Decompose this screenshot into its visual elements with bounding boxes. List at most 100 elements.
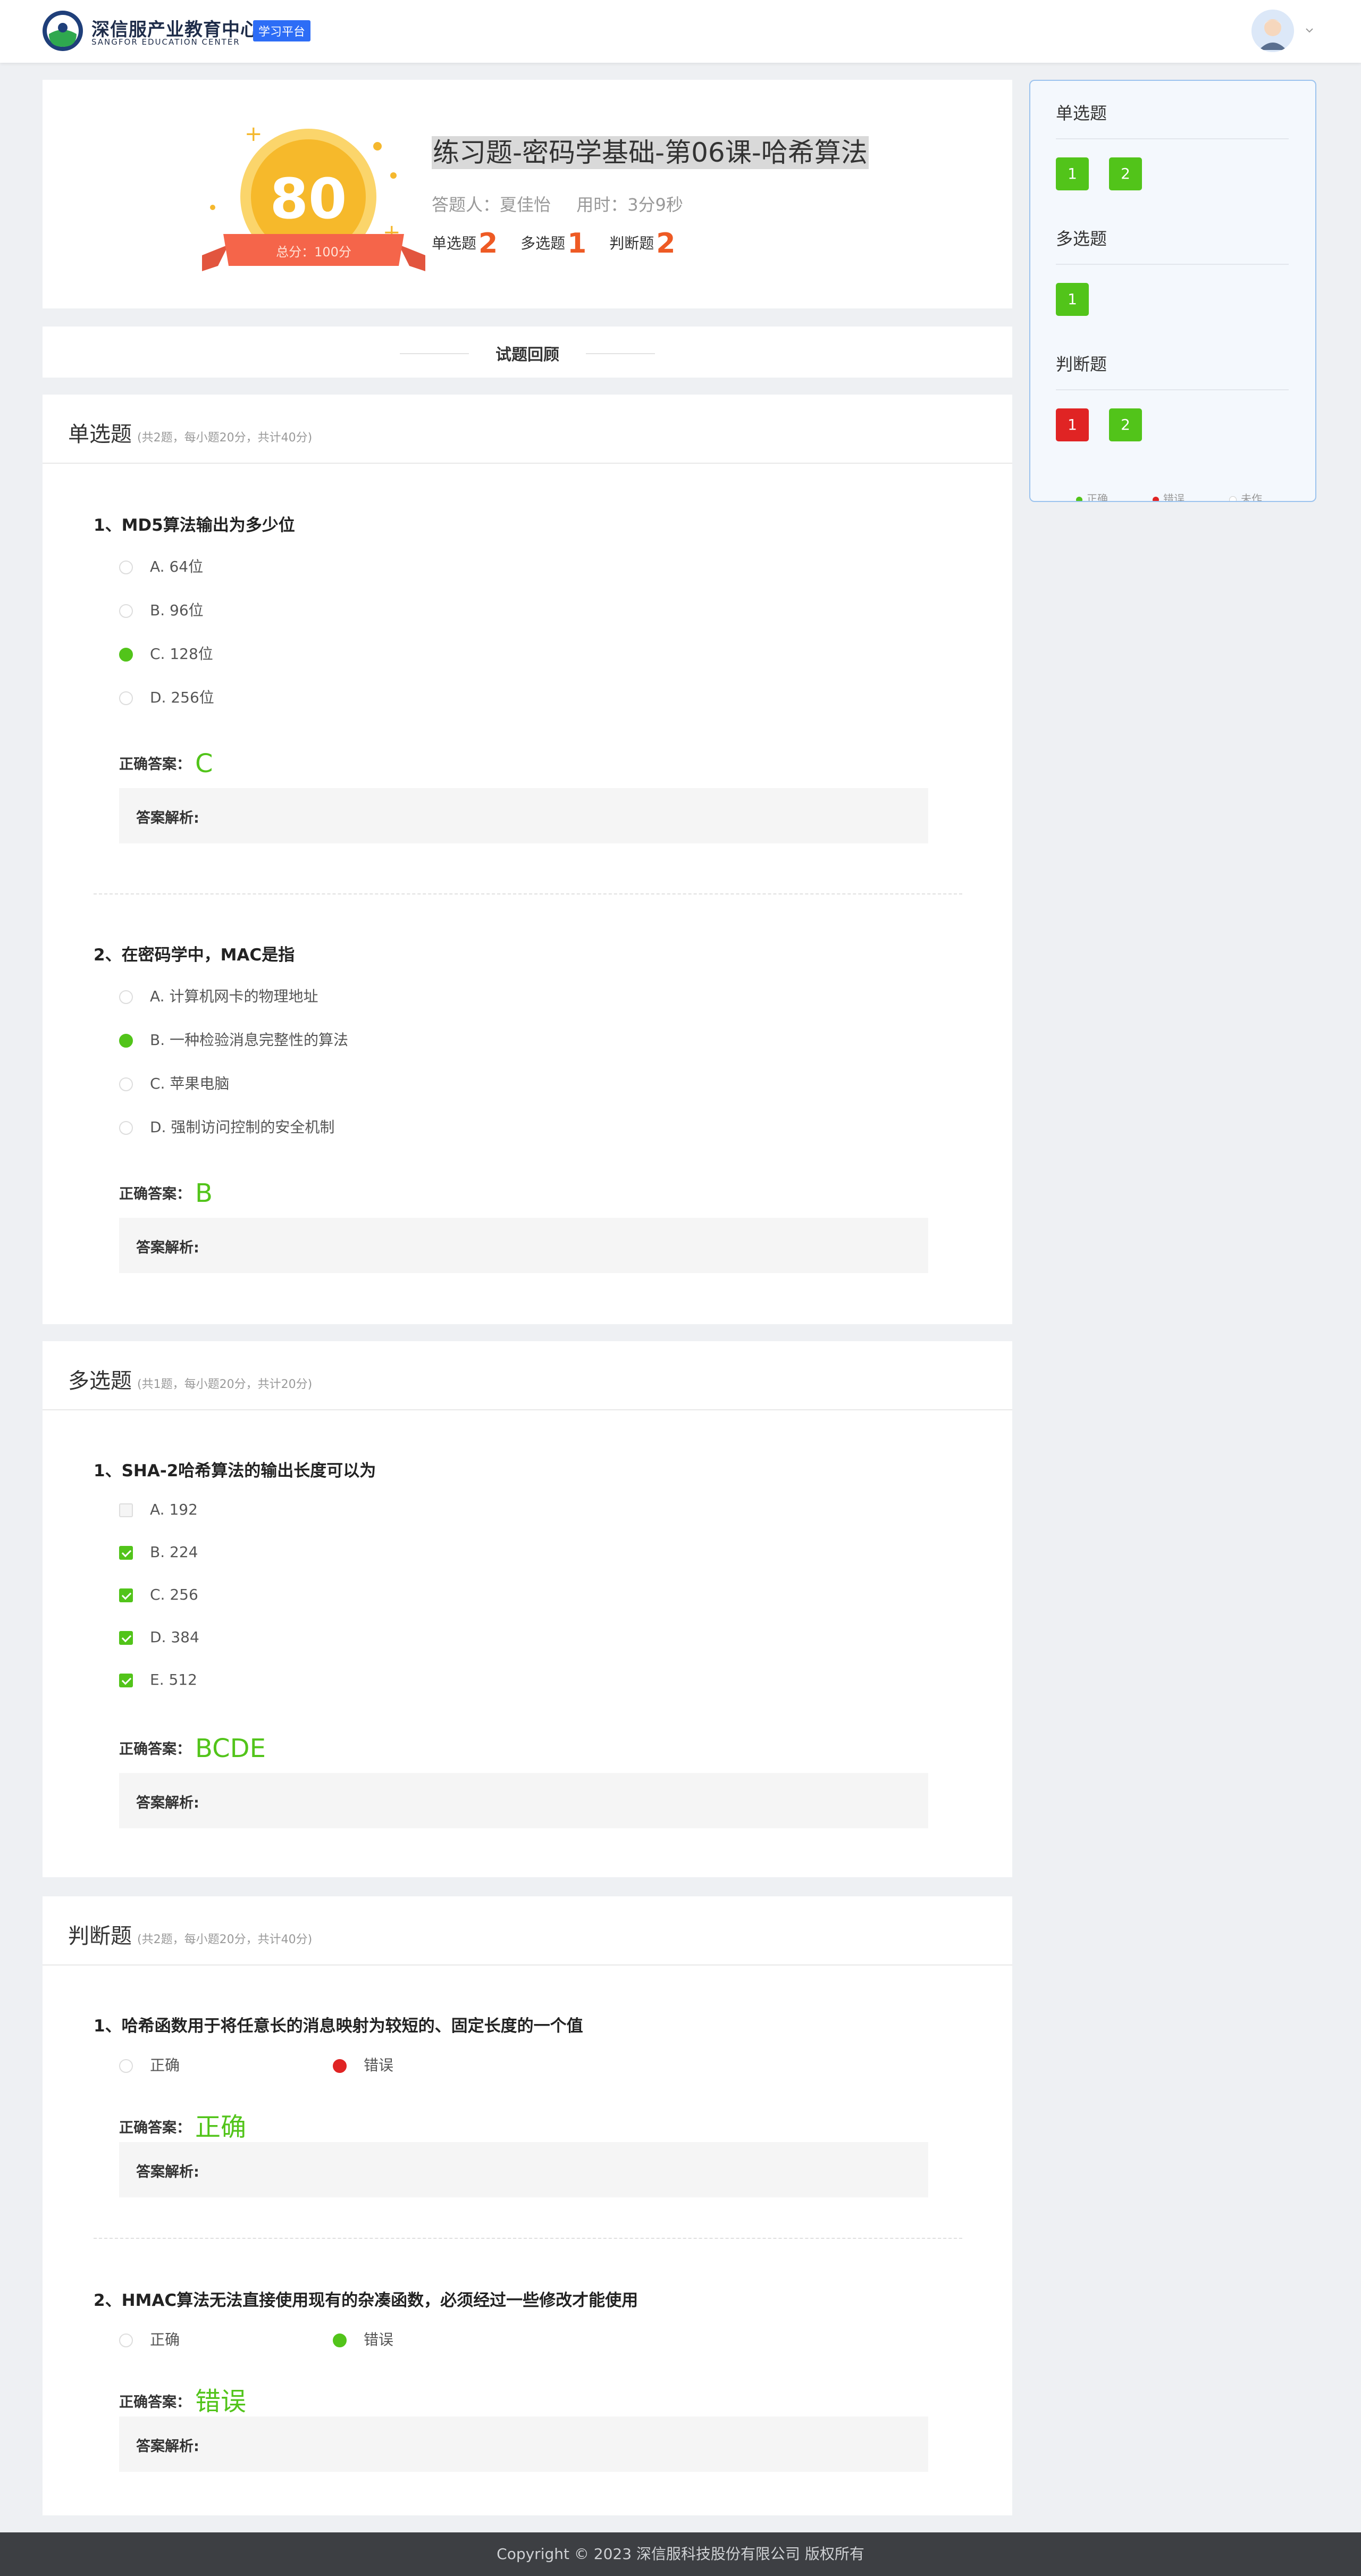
legend-label: 错误: [1163, 492, 1184, 502]
radio-icon[interactable]: [119, 2334, 133, 2347]
question-nav-button[interactable]: 1: [1056, 408, 1089, 441]
radio-selected-icon[interactable]: [119, 648, 133, 662]
option[interactable]: A. 192: [119, 1501, 198, 1518]
option-label: B. 一种检验消息完整性的算法: [150, 1031, 349, 1049]
panel-group-title: 单选题: [1056, 103, 1107, 123]
section-name: 单选题: [68, 422, 132, 447]
analysis-label: 答案解析:: [136, 810, 199, 826]
total-score: 总分：100分: [276, 245, 351, 260]
option-true[interactable]: 正确: [119, 2054, 180, 2075]
question-divider: [94, 2238, 962, 2239]
answer-value: 错误: [195, 2387, 247, 2416]
option[interactable]: A. 64位: [119, 555, 203, 576]
legend-label: 未作: [1241, 492, 1262, 502]
radio-icon[interactable]: [119, 561, 133, 574]
avatar[interactable]: [1251, 10, 1294, 52]
option[interactable]: B. 96位: [119, 599, 204, 620]
checkbox-checked-icon[interactable]: [119, 1674, 133, 1687]
section-name: 判断题: [68, 1924, 132, 1948]
radio-icon[interactable]: [119, 691, 133, 705]
section-header: 判断题 (共2题，每小题20分，共计40分): [43, 1896, 1012, 1966]
option[interactable]: B. 224: [119, 1543, 198, 1561]
panel-group-title: 多选题: [1056, 229, 1107, 249]
question-title: 2、在密码学中，MAC是指: [94, 946, 295, 965]
option[interactable]: A. 计算机网卡的物理地址: [119, 985, 318, 1006]
option-label: 错误: [364, 2056, 394, 2074]
count-value: 2: [656, 228, 676, 260]
radio-icon[interactable]: [119, 604, 133, 618]
divider: [1056, 138, 1289, 139]
checkbox-checked-icon[interactable]: [119, 1588, 133, 1602]
answer-value: B: [195, 1178, 213, 1208]
review-title: 试题回顾: [495, 346, 559, 364]
question-title: 1、SHA-2哈希算法的输出长度可以为: [94, 1461, 376, 1481]
section-header: 多选题 (共1题，每小题20分，共计20分): [43, 1341, 1012, 1410]
score-value: 80: [270, 166, 347, 231]
option-label: A. 64位: [150, 558, 204, 575]
option-label: 正确: [150, 2056, 180, 2074]
option[interactable]: C. 256: [119, 1586, 198, 1603]
question-nav-button[interactable]: 2: [1109, 408, 1142, 441]
question-nav-button[interactable]: 1: [1056, 283, 1089, 316]
option[interactable]: D. 256位: [119, 686, 214, 707]
checkbox-checked-icon[interactable]: [119, 1546, 133, 1560]
analysis-box: 答案解析:: [119, 2142, 928, 2197]
option-false[interactable]: 错误: [333, 2328, 393, 2349]
chevron-down-icon[interactable]: [1304, 24, 1315, 36]
brand-subtitle: SANGFOR EDUCATION CENTER: [91, 37, 240, 47]
option-false[interactable]: 错误: [333, 2054, 393, 2075]
radio-icon[interactable]: [119, 2059, 133, 2073]
green-dot-icon: [1076, 496, 1082, 501]
option[interactable]: C. 128位: [119, 642, 213, 664]
checkbox-checked-icon[interactable]: [119, 1631, 133, 1645]
count-label: 多选题: [520, 235, 566, 252]
option-label: B. 224: [150, 1543, 198, 1561]
option-true[interactable]: 正确: [119, 2328, 180, 2349]
option-label: 错误: [364, 2331, 394, 2348]
score-medal: + + 80 总分：100分: [202, 122, 425, 271]
answer-value: 正确: [195, 2112, 247, 2142]
legend-unanswered: 未作: [1229, 490, 1262, 502]
question-title: 2、HMAC算法无法直接使用现有的杂凑函数，必须经过一些修改才能使用: [94, 2291, 639, 2310]
divider: [1056, 264, 1289, 265]
answer-value: BCDE: [195, 1734, 266, 1763]
question-nav-button[interactable]: 1: [1056, 157, 1089, 190]
radio-selected-icon[interactable]: [119, 1034, 133, 1048]
top-header: 深信服产业教育中心 SANGFOR EDUCATION CENTER 学习平台: [0, 0, 1361, 63]
checkbox-icon[interactable]: [119, 1503, 133, 1517]
exam-meta: 答题人：夏佳怡 用时：3分9秒: [432, 191, 703, 216]
question: 1、SHA-2哈希算法的输出长度可以为 A. 192 B. 224 C. 256…: [94, 1457, 928, 1828]
analysis-label: 答案解析:: [136, 2438, 199, 2455]
empty-dot-icon: [1229, 496, 1237, 501]
question-nav-button[interactable]: 2: [1109, 157, 1142, 190]
user-avatar-icon: [1251, 10, 1294, 52]
option[interactable]: D. 强制访问控制的安全机制: [119, 1116, 334, 1137]
radio-icon[interactable]: [119, 1077, 133, 1091]
sangfor-logo-icon[interactable]: [41, 10, 84, 52]
multi-choice-section: 多选题 (共1题，每小题20分，共计20分) 1、SHA-2哈希算法的输出长度可以…: [43, 1341, 1012, 1877]
option-label: A. 192: [150, 1501, 198, 1518]
radio-icon[interactable]: [119, 1121, 133, 1135]
option-label: D. 384: [150, 1628, 199, 1646]
answer-label: 正确答案：: [119, 1186, 191, 1202]
answer-sheet-panel: 单选题 1 2 多选题 1 判断题 1 2 正确 错误 未作: [1029, 80, 1316, 502]
legend-label: 正确: [1087, 492, 1108, 502]
divider: [586, 353, 655, 354]
option[interactable]: E. 512: [119, 1671, 197, 1688]
section-title: 单选题 (共2题，每小题20分，共计40分): [68, 417, 312, 448]
count-label: 单选题: [432, 235, 477, 252]
radio-selected-icon[interactable]: [333, 2334, 347, 2347]
option[interactable]: C. 苹果电脑: [119, 1072, 229, 1093]
radio-icon[interactable]: [119, 990, 133, 1004]
analysis-box: 答案解析:: [119, 1218, 928, 1273]
option[interactable]: D. 384: [119, 1628, 199, 1646]
single-choice-section: 单选题 (共2题，每小题20分，共计40分) 1、MD5算法输出为多少位 A. 6…: [43, 395, 1012, 1324]
option-label: E. 512: [150, 1671, 197, 1688]
radio-selected-icon[interactable]: [333, 2059, 347, 2073]
answer-label: 正确答案：: [119, 2120, 191, 2136]
analysis-label: 答案解析:: [136, 1240, 199, 1256]
option-label: C. 128位: [150, 645, 213, 663]
option[interactable]: B. 一种检验消息完整性的算法: [119, 1028, 348, 1050]
answer-label: 正确答案：: [119, 756, 191, 773]
option-label: D. 256位: [150, 689, 214, 706]
